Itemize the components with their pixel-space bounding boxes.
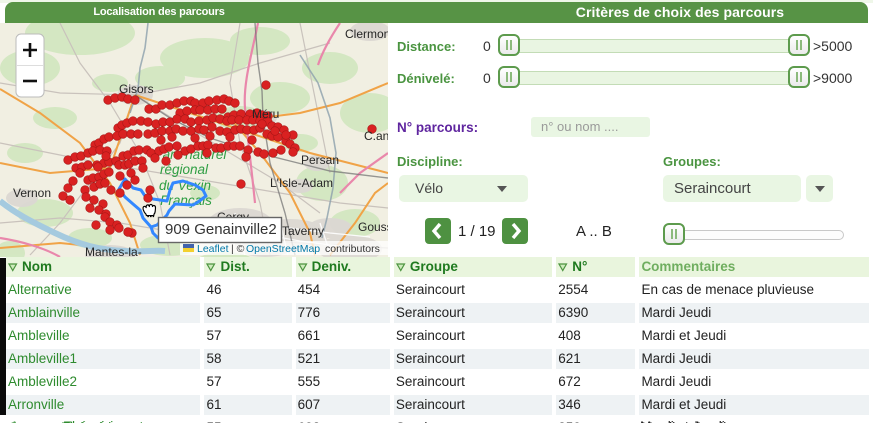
svg-text:Leaflet: Leaflet <box>197 243 229 255</box>
svg-text:909 Genainville2: 909 Genainville2 <box>165 221 277 238</box>
svg-text:Taverny: Taverny <box>282 224 324 238</box>
svg-text:Gisors: Gisors <box>119 82 154 96</box>
svg-text:C.an: C.an <box>364 129 388 143</box>
svg-text:Gouss...: Gouss... <box>358 220 388 234</box>
svg-text:Méru: Méru <box>252 107 279 121</box>
svg-text:contributors: contributors <box>325 243 380 255</box>
svg-text:Persan: Persan <box>301 153 339 167</box>
svg-text:L'Isle-Adam: L'Isle-Adam <box>270 176 333 190</box>
svg-text:Mantes-la-: Mantes-la- <box>85 245 142 257</box>
svg-text:| ©: | © <box>231 243 245 255</box>
svg-text:OpenStreetMap: OpenStreetMap <box>246 243 320 255</box>
svg-text:Vernon: Vernon <box>13 186 51 200</box>
svg-text:Clermont: Clermont <box>345 27 388 41</box>
